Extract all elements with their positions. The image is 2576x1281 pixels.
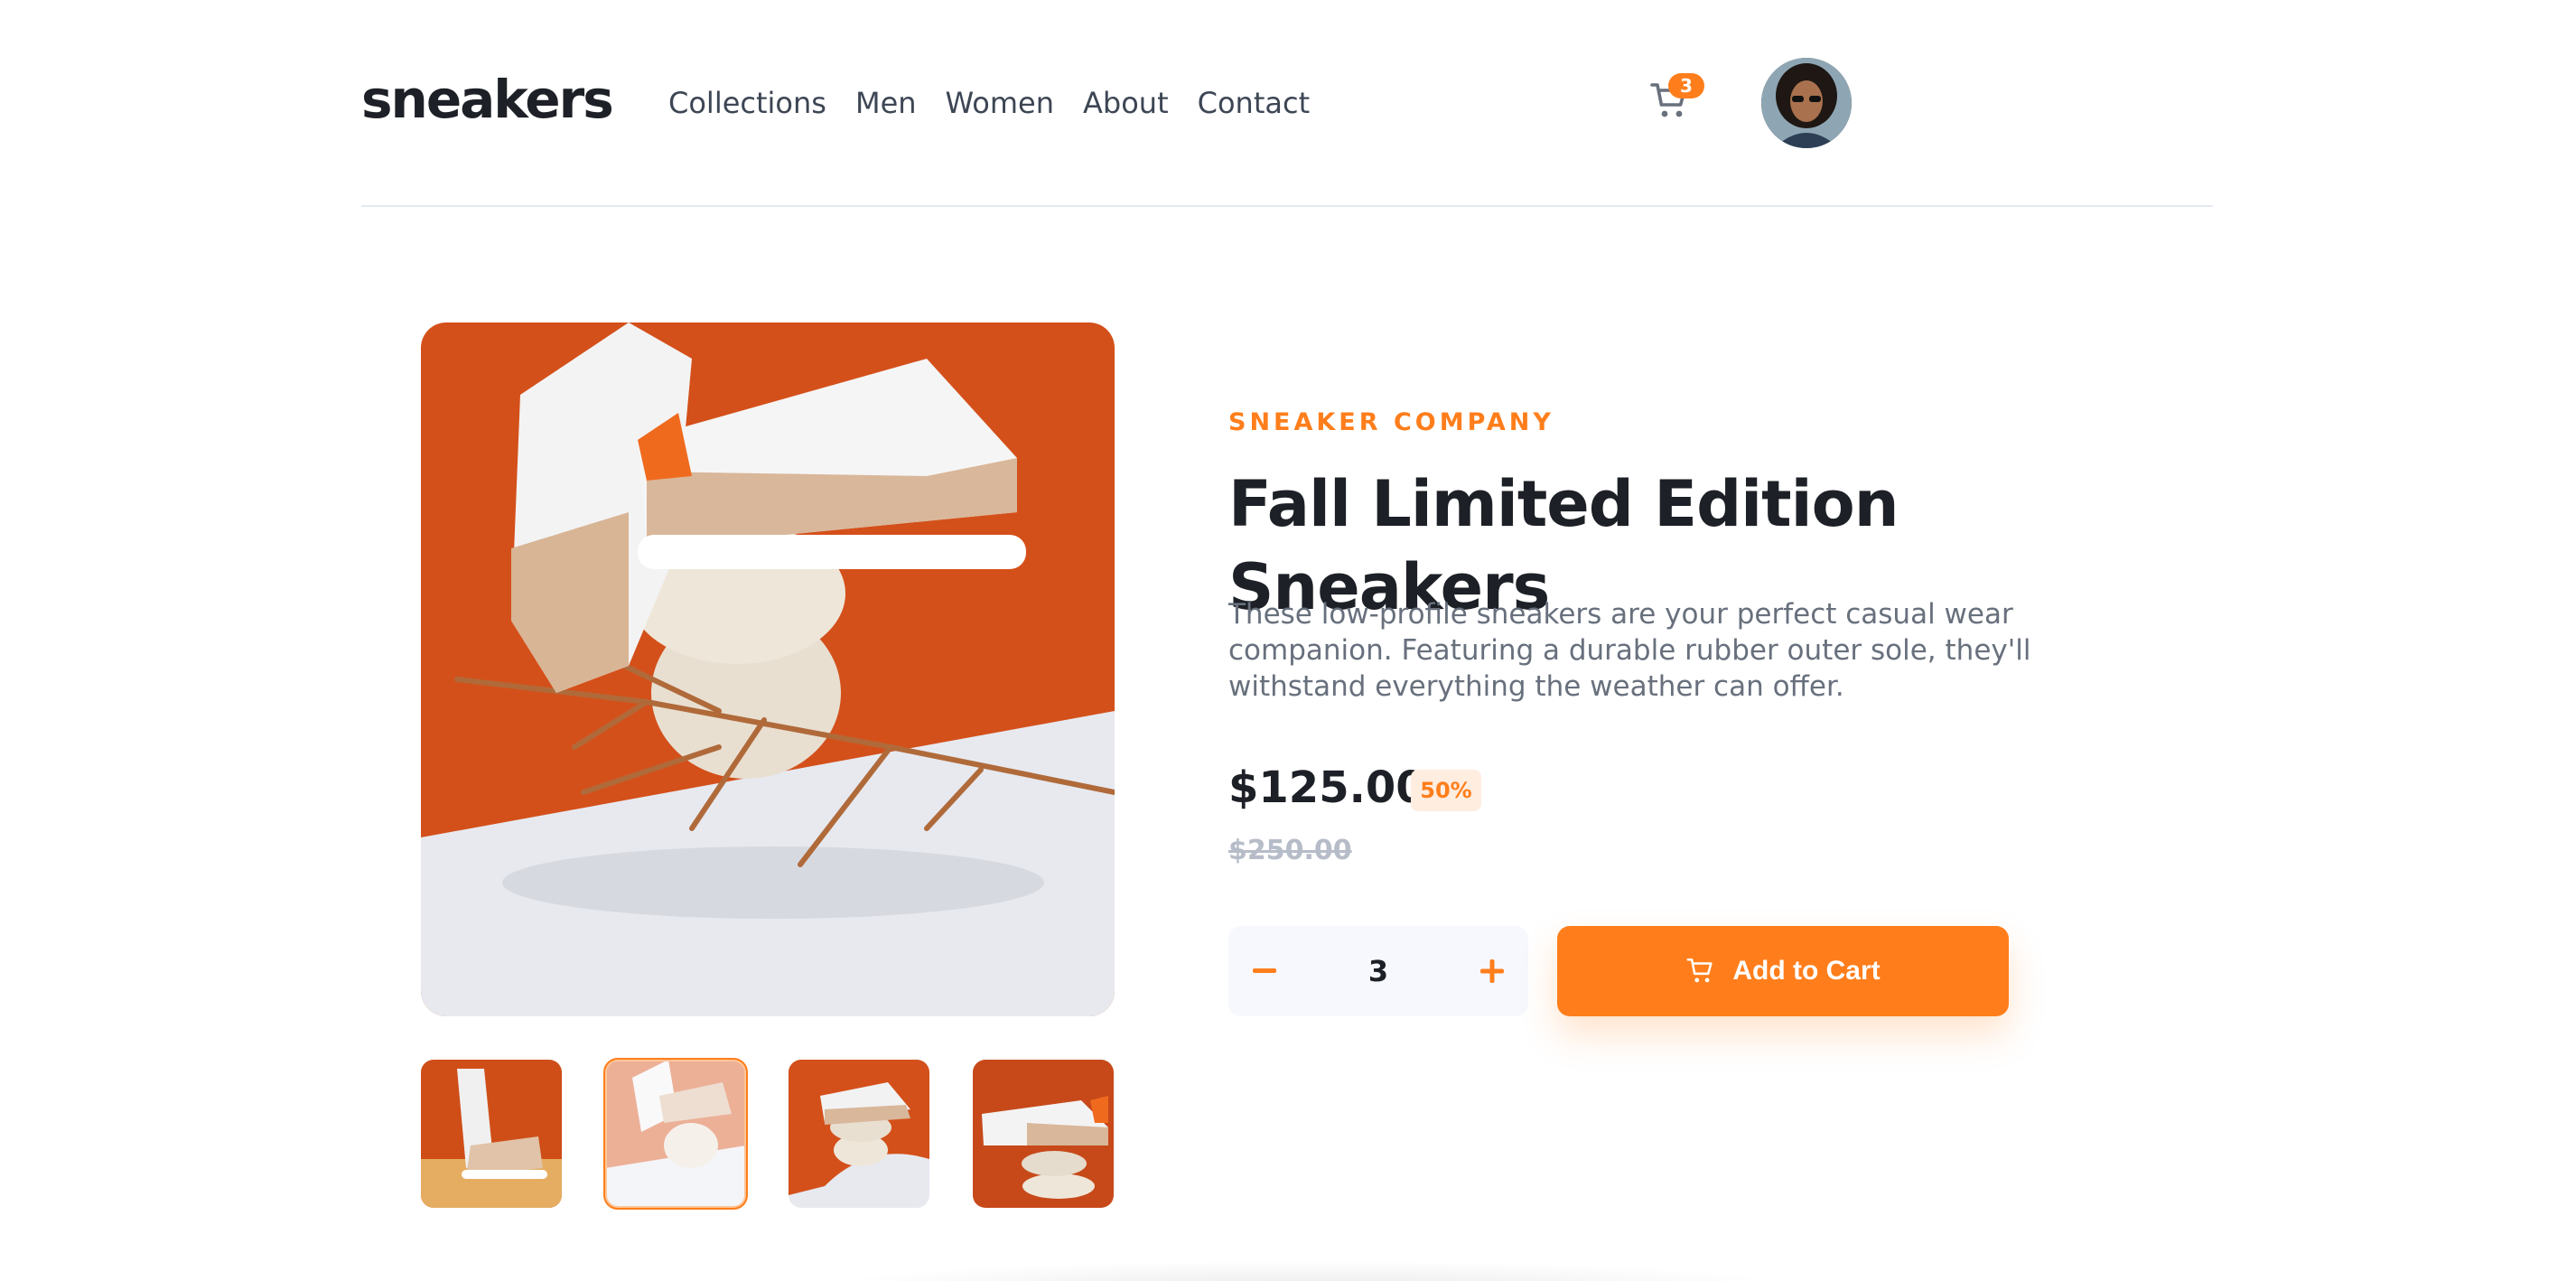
nav-men[interactable]: Men: [855, 81, 917, 125]
main-product-image[interactable]: [421, 323, 1115, 1016]
nav-collections[interactable]: Collections: [668, 81, 826, 125]
quantity-stepper: 3: [1228, 926, 1528, 1016]
increase-quantity-button[interactable]: [1456, 926, 1528, 1016]
discount-badge: 50%: [1411, 770, 1481, 811]
thumbnail-3-image: [789, 1060, 929, 1208]
avatar[interactable]: [1761, 58, 1852, 148]
decrease-quantity-button[interactable]: [1228, 926, 1301, 1016]
thumbnail-4-image: [973, 1060, 1114, 1208]
site-header: sneakers Collections Men Women About Con…: [361, 0, 2213, 207]
thumbnail-selected-overlay: [605, 1060, 746, 1208]
logo[interactable]: sneakers: [361, 63, 614, 136]
nav-about[interactable]: About: [1083, 81, 1169, 125]
current-price: $125.00: [1228, 762, 1426, 813]
thumbnail-1-image: [421, 1060, 562, 1208]
company-label: SNEAKER COMPANY: [1228, 408, 1554, 436]
product-description: These low-profile sneakers are your perf…: [1228, 598, 2031, 703]
product-page: sneakers Collections Men Women About Con…: [0, 0, 2576, 1281]
sneaker-photo: [421, 323, 1115, 1016]
main-nav: Collections Men Women About Contact: [668, 81, 1310, 125]
add-to-cart-label: Add to Cart: [1732, 956, 1881, 986]
quantity-value: 3: [1367, 954, 1389, 988]
avatar-image: [1761, 58, 1852, 148]
thumbnail-2[interactable]: [603, 1058, 748, 1210]
original-price: $250.00: [1228, 835, 1352, 866]
thumbnail-1[interactable]: [421, 1060, 562, 1208]
bottom-shadow: [813, 1260, 1806, 1281]
add-to-cart-button[interactable]: Add to Cart: [1557, 926, 2009, 1016]
minus-icon: [1253, 968, 1276, 973]
thumbnail-4[interactable]: [973, 1060, 1114, 1208]
thumbnail-3[interactable]: [789, 1060, 929, 1208]
nav-contact[interactable]: Contact: [1198, 81, 1311, 125]
plus-icon: [1480, 959, 1504, 983]
cart-count-badge: 3: [1668, 73, 1704, 98]
nav-women[interactable]: Women: [946, 81, 1054, 125]
cart-icon: [1686, 958, 1713, 983]
